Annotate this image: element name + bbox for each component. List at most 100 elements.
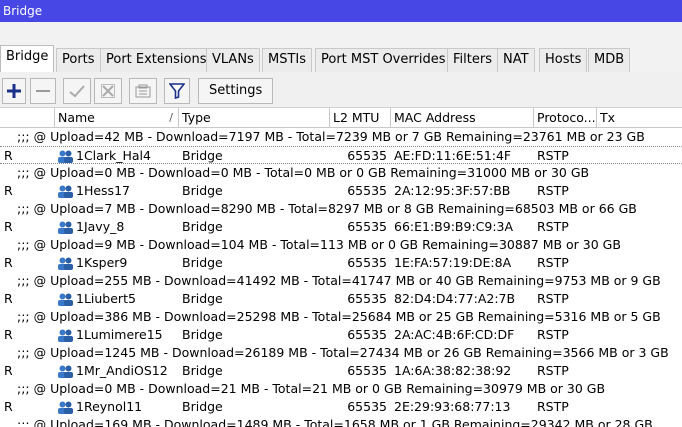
column-protocol[interactable]: Protoco... bbox=[534, 108, 597, 128]
row-type: Bridge bbox=[182, 255, 223, 270]
column-flags[interactable] bbox=[0, 108, 55, 128]
sort-indicator-icon: / bbox=[169, 111, 173, 124]
row-comment[interactable]: ;;; @ Upload=7 MB - Download=8290 MB - T… bbox=[0, 200, 682, 218]
bridge-icon bbox=[58, 401, 73, 414]
row-comment[interactable]: ;;; @ Upload=1245 MB - Download=26189 MB… bbox=[0, 344, 682, 362]
row-flag: R bbox=[4, 183, 13, 198]
bridge-icon bbox=[58, 221, 73, 234]
table-row[interactable]: R 1Javy_8 Bridge 65535 66:E1:B9:B9:C9:3A… bbox=[0, 218, 682, 236]
comment-button[interactable] bbox=[129, 78, 157, 104]
row-name: 1Hess17 bbox=[76, 183, 130, 198]
row-name: 1Mr_AndiOS12 bbox=[76, 363, 168, 378]
row-mac-address: 66:E1:B9:B9:C9:3A bbox=[394, 219, 514, 234]
tab-mdb[interactable]: MDB bbox=[588, 48, 631, 72]
row-mac-address: 1E:FA:57:19:DE:8A bbox=[394, 255, 512, 270]
bridge-icon bbox=[58, 329, 73, 342]
tab-vlans[interactable]: VLANs bbox=[206, 48, 260, 72]
row-l2-mtu: 65535 bbox=[347, 219, 387, 234]
row-protocol: RSTP bbox=[537, 399, 569, 414]
row-mac-address: AE:FD:11:6E:51:4F bbox=[394, 148, 512, 163]
row-type: Bridge bbox=[182, 183, 223, 198]
row-mac-address: 82:D4:D4:77:A2:7B bbox=[394, 291, 516, 306]
tab-bar: Bridge Ports Port Extensions VLANs MSTIs… bbox=[0, 22, 682, 72]
table-row[interactable]: R 1Clark_Hal4 Bridge 65535 AE:FD:11:6E:5… bbox=[0, 146, 682, 164]
row-mac-address: 2E:29:93:68:77:13 bbox=[394, 399, 511, 414]
row-type: Bridge bbox=[182, 363, 223, 378]
row-type: Bridge bbox=[182, 148, 223, 163]
row-l2-mtu: 65535 bbox=[347, 183, 387, 198]
row-comment[interactable]: ;;; @ Upload=9 MB - Download=104 MB - To… bbox=[0, 236, 682, 254]
table-row[interactable]: R 1Reynol11 Bridge 65535 2E:29:93:68:77:… bbox=[0, 398, 682, 416]
row-flag: R bbox=[4, 327, 13, 342]
column-l2-mtu[interactable]: L2 MTU bbox=[330, 108, 391, 128]
table-header: Name / Type L2 MTU MAC Address Protoco..… bbox=[0, 108, 682, 128]
window-titlebar: Bridge bbox=[0, 0, 682, 22]
row-mac-address: 2A:12:95:3F:57:BB bbox=[394, 183, 511, 198]
row-comment[interactable]: ;;; @ Upload=0 MB - Download=0 MB - Tota… bbox=[0, 164, 682, 182]
remove-button[interactable] bbox=[30, 78, 56, 104]
enable-button[interactable] bbox=[63, 78, 91, 104]
tab-filters[interactable]: Filters bbox=[447, 48, 498, 72]
row-flag: R bbox=[4, 399, 13, 414]
row-comment[interactable]: ;;; @ Upload=169 MB - Download=1489 MB -… bbox=[0, 416, 682, 427]
row-comment[interactable]: ;;; @ Upload=0 MB - Download=21 MB - Tot… bbox=[0, 380, 682, 398]
row-l2-mtu: 65535 bbox=[347, 363, 387, 378]
tab-bridge[interactable]: Bridge bbox=[0, 45, 55, 72]
row-name-cell: 1Hess17 bbox=[58, 182, 178, 200]
bridge-icon bbox=[58, 257, 73, 270]
table-row[interactable]: R 1Mr_AndiOS12 Bridge 65535 1A:6A:38:82:… bbox=[0, 362, 682, 380]
add-button[interactable] bbox=[2, 78, 26, 104]
column-name-label: Name bbox=[58, 110, 95, 125]
row-flag: R bbox=[4, 148, 13, 163]
table-row[interactable]: R 1Hess17 Bridge 65535 2A:12:95:3F:57:BB… bbox=[0, 182, 682, 200]
row-name-cell: 1Ksper9 bbox=[58, 254, 178, 272]
row-type: Bridge bbox=[182, 291, 223, 306]
column-tx[interactable]: Tx bbox=[597, 108, 682, 128]
bridge-icon bbox=[58, 185, 73, 198]
row-l2-mtu: 65535 bbox=[347, 255, 387, 270]
window-title: Bridge bbox=[3, 4, 43, 18]
row-name: 1Reynol11 bbox=[76, 399, 143, 414]
row-name: 1Clark_Hal4 bbox=[76, 148, 151, 163]
row-comment[interactable]: ;;; @ Upload=255 MB - Download=41492 MB … bbox=[0, 272, 682, 290]
row-comment[interactable]: ;;; @ Upload=42 MB - Download=7197 MB - … bbox=[0, 128, 682, 146]
tab-port-mst-overrides[interactable]: Port MST Overrides bbox=[315, 48, 452, 72]
row-protocol: RSTP bbox=[537, 291, 569, 306]
row-protocol: RSTP bbox=[537, 183, 569, 198]
tab-hosts[interactable]: Hosts bbox=[539, 48, 588, 72]
row-protocol: RSTP bbox=[537, 148, 569, 163]
row-mac-address: 2A:AC:4B:6F:CD:DF bbox=[394, 327, 515, 342]
settings-button[interactable]: Settings bbox=[198, 78, 274, 104]
row-name: 1Javy_8 bbox=[76, 219, 125, 234]
tab-nat[interactable]: NAT bbox=[497, 48, 535, 72]
bridge-icon bbox=[58, 365, 73, 378]
tab-ports[interactable]: Ports bbox=[56, 48, 101, 72]
row-protocol: RSTP bbox=[537, 255, 569, 270]
row-protocol: RSTP bbox=[537, 363, 569, 378]
add-icon bbox=[7, 84, 21, 98]
filter-button[interactable] bbox=[164, 78, 190, 104]
bridge-icon bbox=[58, 150, 73, 163]
row-name-cell: 1Mr_AndiOS12 bbox=[58, 362, 178, 380]
row-type: Bridge bbox=[182, 327, 223, 342]
row-name-cell: 1Liubert5 bbox=[58, 290, 178, 308]
tab-mstis[interactable]: MSTIs bbox=[262, 48, 313, 72]
disable-button[interactable] bbox=[94, 78, 122, 104]
column-mac-address[interactable]: MAC Address bbox=[391, 108, 534, 128]
row-name: 1Lumimere15 bbox=[76, 327, 163, 342]
column-name[interactable]: Name / bbox=[55, 108, 179, 128]
row-name-cell: 1Clark_Hal4 bbox=[58, 147, 178, 165]
table-row[interactable]: R 1Ksper9 Bridge 65535 1E:FA:57:19:DE:8A… bbox=[0, 254, 682, 272]
column-type[interactable]: Type bbox=[179, 108, 330, 128]
row-flag: R bbox=[4, 363, 13, 378]
table-row[interactable]: R 1Lumimere15 Bridge 65535 2A:AC:4B:6F:C… bbox=[0, 326, 682, 344]
tab-port-extensions[interactable]: Port Extensions bbox=[100, 48, 213, 72]
row-comment[interactable]: ;;; @ Upload=386 MB - Download=25298 MB … bbox=[0, 308, 682, 326]
disable-icon bbox=[101, 84, 115, 98]
titlebar-background bbox=[0, 0, 682, 22]
row-type: Bridge bbox=[182, 399, 223, 414]
row-protocol: RSTP bbox=[537, 219, 569, 234]
enable-icon bbox=[69, 85, 85, 98]
table-row[interactable]: R 1Liubert5 Bridge 65535 82:D4:D4:77:A2:… bbox=[0, 290, 682, 308]
row-name-cell: 1Javy_8 bbox=[58, 218, 178, 236]
